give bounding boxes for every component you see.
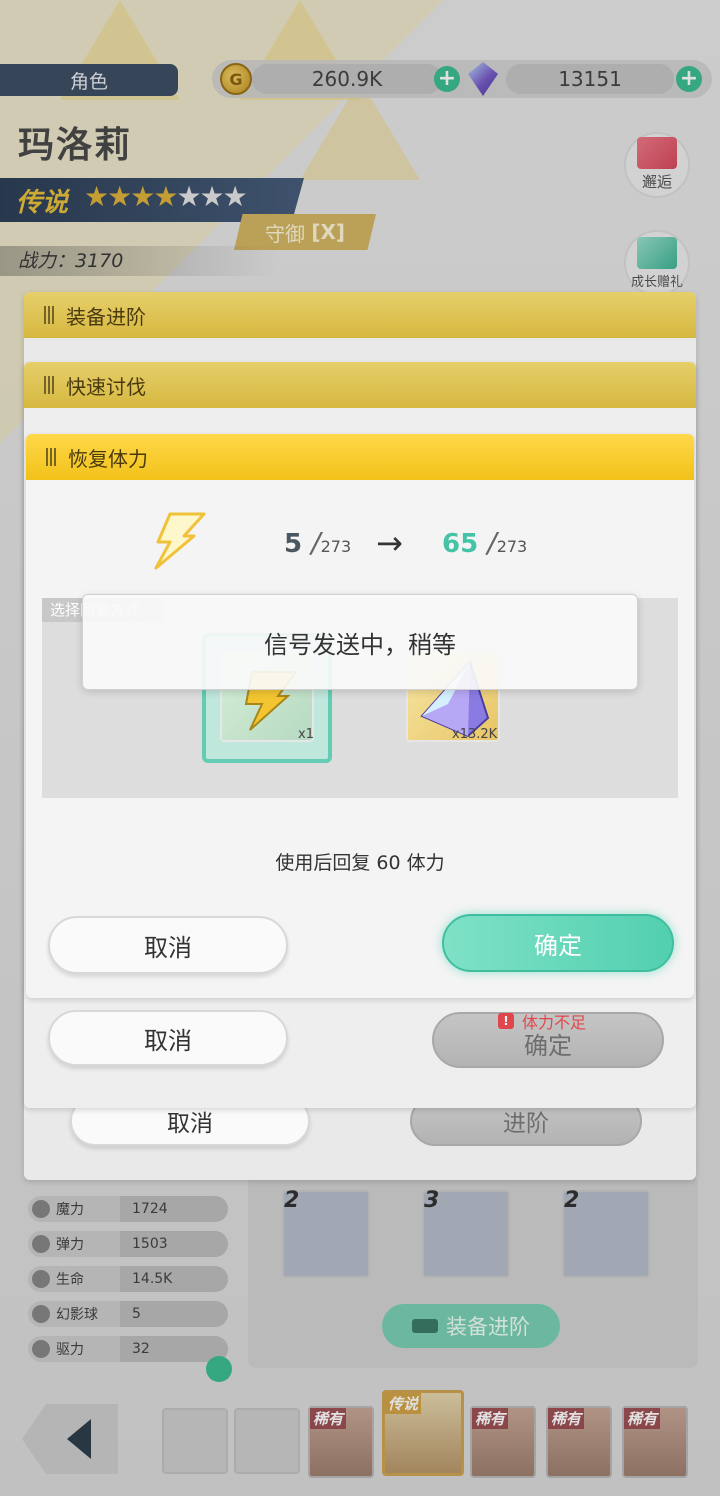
stamina-warning: ! 体力不足 — [498, 1009, 586, 1033]
quick-cancel-button[interactable]: 取消 — [48, 1010, 288, 1066]
restore-confirm-button[interactable]: 确定 — [442, 914, 674, 972]
stamina-potion-count: x1 — [298, 727, 314, 742]
restore-cancel-label: 取消 — [144, 933, 192, 962]
restore-info-text: 使用后回复 60 体力 — [275, 852, 445, 874]
stamina-bolt-icon — [154, 512, 206, 570]
equip-upgrade-header: 装备进阶 — [24, 292, 696, 338]
stamina-slash: / — [487, 526, 497, 559]
stamina-max: 273 — [496, 537, 528, 556]
restore-confirm-label: 确定 — [534, 931, 582, 960]
warning-icon: ! — [498, 1013, 514, 1029]
toast-message: 信号发送中，稍等 — [264, 630, 456, 659]
restore-stamina-title: 恢复体力 — [68, 446, 148, 471]
stamina-slash: / — [311, 526, 321, 559]
current-stamina: 5 /273 — [284, 526, 351, 559]
equip-cancel-label: 取消 — [167, 1111, 213, 1137]
diamond-count: x13.2K — [452, 727, 498, 742]
current-stamina-value: 5 — [284, 529, 303, 559]
signal-toast: 信号发送中，稍等 — [82, 594, 638, 690]
equip-upgrade-title: 装备进阶 — [66, 304, 146, 329]
arrow-right-icon: → — [376, 524, 403, 562]
grip-icon — [44, 306, 56, 324]
quick-cancel-label: 取消 — [144, 1026, 192, 1055]
restore-cancel-button[interactable]: 取消 — [48, 916, 288, 974]
quick-battle-title: 快速讨伐 — [66, 374, 146, 399]
quick-battle-header: 快速讨伐 — [24, 362, 696, 408]
equip-upgrade-confirm-label: 进阶 — [503, 1111, 549, 1137]
result-stamina-value: 65 — [442, 529, 479, 559]
stamina-warning-text: 体力不足 — [522, 1013, 587, 1032]
stamina-max: 273 — [320, 537, 352, 556]
grip-icon — [44, 376, 56, 394]
grip-icon — [46, 448, 58, 466]
restore-stamina-header: 恢复体力 — [26, 434, 694, 480]
result-stamina: 65 /273 — [442, 526, 527, 559]
